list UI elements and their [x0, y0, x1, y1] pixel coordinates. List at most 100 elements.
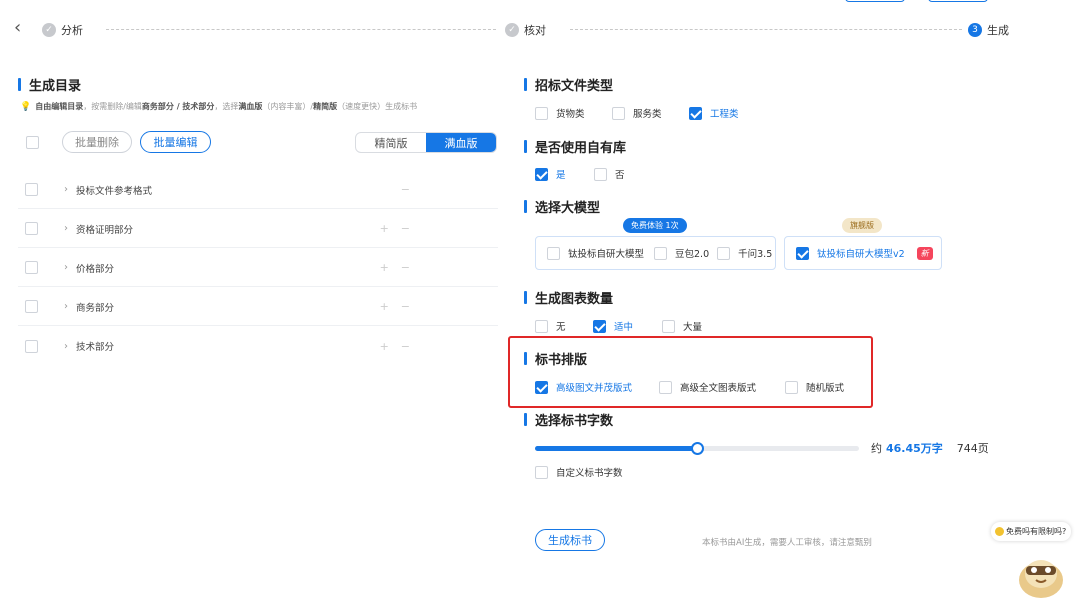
own-lib-no[interactable]: 否: [594, 167, 625, 181]
remove-icon[interactable]: −: [401, 340, 410, 353]
catalog-title: 生成目录: [18, 75, 81, 94]
top-button-right[interactable]: [928, 0, 988, 2]
doc-type-engineering[interactable]: 工程类: [689, 106, 739, 120]
catalog-row[interactable]: › 商务部分 + −: [18, 288, 498, 326]
row-checkbox[interactable]: [25, 300, 38, 313]
generate-button[interactable]: 生成标书: [535, 529, 605, 551]
own-lib-title: 是否使用自有库: [524, 137, 626, 156]
model-option-2[interactable]: 豆包2.0: [654, 246, 709, 260]
catalog-row[interactable]: › 价格部分 + −: [18, 249, 498, 287]
word-count-value: 46.45万字: [886, 442, 943, 455]
row-label: 投标文件参考格式: [76, 185, 153, 197]
chevron-right-icon[interactable]: ›: [64, 184, 74, 195]
full-version-tab[interactable]: 满血版: [426, 133, 496, 152]
checkbox[interactable]: [535, 106, 548, 120]
assistant-question: 免费吗有限制吗?: [1006, 527, 1067, 536]
step-analyze: ✓ 分析: [42, 22, 83, 38]
charts-many[interactable]: 大量: [662, 319, 702, 333]
model-option-flagship[interactable]: 钛投标自研大模型v2 新: [796, 246, 933, 260]
row-checkbox[interactable]: [25, 183, 38, 196]
model-option-1[interactable]: 钛投标自研大模型: [547, 246, 644, 260]
simple-version-tab[interactable]: 精简版: [356, 133, 426, 152]
top-button-left[interactable]: [845, 0, 905, 2]
add-icon[interactable]: +: [380, 222, 389, 235]
words-title: 选择标书字数: [524, 410, 613, 429]
chevron-right-icon[interactable]: ›: [64, 341, 74, 352]
own-lib-yes[interactable]: 是: [535, 167, 566, 181]
check-icon: ✓: [42, 23, 56, 37]
flagship-model-group: 钛投标自研大模型v2 新: [784, 236, 942, 270]
add-icon[interactable]: +: [380, 340, 389, 353]
layout-option-2[interactable]: 高级全文图表版式: [659, 380, 756, 394]
layout-option-1[interactable]: 高级图文并茂版式: [535, 380, 632, 394]
disclaimer: 本标书由AI生成，需要人工审核，请注意甄别: [702, 538, 872, 548]
chevron-right-icon[interactable]: ›: [64, 301, 74, 312]
catalog-hint: 💡 自由编辑目录，按需删除/编辑商务部分 / 技术部分，选择满血版（内容丰富）/…: [20, 101, 418, 112]
row-label: 商务部分: [76, 302, 115, 314]
chat-icon: [995, 527, 1004, 536]
row-checkbox[interactable]: [25, 261, 38, 274]
remove-icon[interactable]: −: [401, 183, 410, 196]
checkbox[interactable]: [547, 246, 560, 260]
checkbox[interactable]: [785, 380, 798, 394]
row-label: 技术部分: [76, 342, 115, 353]
checkbox[interactable]: [662, 319, 675, 333]
row-checkbox[interactable]: [25, 339, 38, 353]
remove-icon[interactable]: −: [401, 261, 410, 274]
back-arrow-icon[interactable]: ‹: [14, 19, 28, 37]
checkbox[interactable]: [535, 319, 548, 333]
assistant-bubble[interactable]: 免费吗有限制吗?: [991, 522, 1072, 541]
remove-icon[interactable]: −: [401, 300, 410, 313]
checkbox-checked[interactable]: [796, 246, 809, 260]
doc-type-goods[interactable]: 货物类: [535, 106, 585, 120]
checkbox[interactable]: [594, 167, 607, 181]
checkbox-checked[interactable]: [535, 167, 548, 181]
checkbox-checked[interactable]: [593, 319, 606, 333]
add-icon[interactable]: +: [380, 261, 389, 274]
step-label: 生成: [987, 24, 1009, 37]
step-generate: 3 生成: [968, 22, 1009, 38]
checkbox[interactable]: [612, 106, 625, 120]
checkbox[interactable]: [654, 246, 668, 260]
row-checkbox[interactable]: [25, 222, 38, 235]
doc-type-service[interactable]: 服务类: [612, 106, 662, 120]
word-count-slider[interactable]: [535, 442, 859, 455]
assistant-mascot-icon[interactable]: [1016, 548, 1066, 598]
catalog-row[interactable]: › 技术部分 + −: [18, 327, 498, 365]
lightbulb-icon: 💡: [20, 101, 32, 112]
custom-word-count[interactable]: 自定义标书字数: [535, 465, 623, 479]
layout-title: 标书排版: [524, 349, 587, 368]
check-icon: ✓: [505, 23, 519, 37]
charts-title: 生成图表数量: [524, 288, 613, 307]
checkbox-checked[interactable]: [535, 380, 548, 394]
model-option-3[interactable]: 千问3.5: [717, 246, 772, 260]
slider-thumb[interactable]: [691, 442, 704, 455]
layout-option-3[interactable]: 随机版式: [785, 380, 844, 394]
step-connector: [106, 29, 496, 30]
free-trial-tag: 免费体验 1次: [623, 218, 687, 233]
remove-icon[interactable]: −: [401, 222, 410, 235]
catalog-row[interactable]: › 投标文件参考格式 −: [18, 171, 498, 209]
step-verify: ✓ 核对: [505, 22, 546, 38]
checkbox[interactable]: [535, 465, 548, 479]
charts-medium[interactable]: 适中: [593, 319, 633, 333]
checkbox[interactable]: [659, 380, 672, 394]
batch-edit-button[interactable]: 批量编辑: [140, 131, 211, 153]
checkbox-checked[interactable]: [689, 106, 702, 120]
chevron-right-icon[interactable]: ›: [64, 262, 74, 273]
model-title: 选择大模型: [524, 197, 600, 216]
step-label: 核对: [524, 24, 546, 37]
charts-none[interactable]: 无: [535, 319, 566, 333]
free-model-group: 钛投标自研大模型 豆包2.0 千问3.5: [535, 236, 776, 270]
chevron-right-icon[interactable]: ›: [64, 223, 74, 234]
catalog-row[interactable]: › 资格证明部分 + −: [18, 210, 498, 248]
version-toggle: 精简版 满血版: [355, 132, 497, 153]
checkbox[interactable]: [717, 246, 731, 260]
select-all-checkbox[interactable]: [26, 136, 39, 149]
row-label: 资格证明部分: [76, 224, 134, 236]
add-icon[interactable]: +: [380, 300, 389, 313]
step-number-icon: 3: [968, 23, 982, 37]
slider-fill: [535, 446, 697, 451]
word-count-readout: 约 46.45万字 744页: [871, 440, 989, 456]
batch-delete-button[interactable]: 批量删除: [62, 131, 132, 153]
